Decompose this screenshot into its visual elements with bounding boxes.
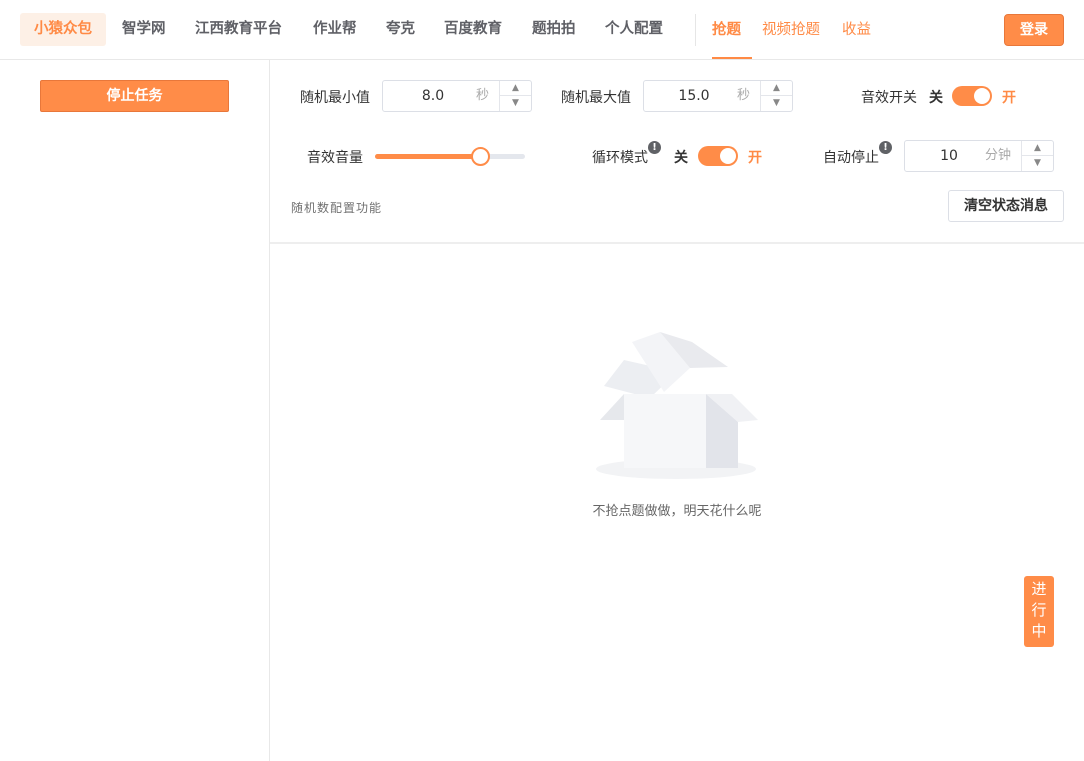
nav-item-kuake[interactable]: 夸克 bbox=[372, 13, 429, 46]
rand-max-spin: ▲ ▼ bbox=[760, 81, 792, 111]
nav-item-tipaipai[interactable]: 题拍拍 bbox=[518, 13, 590, 46]
sound-switch-on-label[interactable]: 开 bbox=[1002, 87, 1016, 107]
loop-mode-label: 循环模式 bbox=[592, 150, 648, 166]
active-tab-indicator bbox=[712, 57, 752, 59]
clear-status-button[interactable]: 清空状态消息 bbox=[948, 190, 1064, 222]
status-char-1: 进 bbox=[1031, 580, 1047, 598]
loop-mode-toggle[interactable] bbox=[698, 146, 738, 166]
tab-earnings[interactable]: 收益 bbox=[842, 18, 871, 39]
loop-mode-info-icon[interactable]: ! bbox=[648, 141, 661, 154]
auto-stop-spin: ▲ ▼ bbox=[1021, 141, 1053, 171]
auto-stop-label: 自动停止 bbox=[823, 150, 879, 166]
rand-max-decrement-icon[interactable]: ▼ bbox=[761, 96, 792, 111]
rand-min-decrement-icon[interactable]: ▼ bbox=[500, 96, 531, 111]
sound-switch-label: 音效开关 bbox=[861, 90, 917, 106]
rand-min-stepper[interactable]: 8.0 秒 ▲ ▼ bbox=[382, 80, 532, 112]
nav-item-personal-config[interactable]: 个人配置 bbox=[591, 13, 677, 46]
tab-qiangti[interactable]: 抢题 bbox=[712, 18, 741, 39]
sound-switch-toggle[interactable] bbox=[952, 86, 992, 106]
config-divider bbox=[270, 242, 1084, 244]
rand-max-stepper[interactable]: 15.0 秒 ▲ ▼ bbox=[643, 80, 793, 112]
auto-stop-stepper[interactable]: 10 分钟 ▲ ▼ bbox=[904, 140, 1054, 172]
volume-slider[interactable] bbox=[375, 147, 525, 166]
empty-box-icon bbox=[596, 332, 758, 479]
status-char-2: 行 bbox=[1031, 601, 1047, 619]
auto-stop-value[interactable]: 10 bbox=[905, 141, 993, 171]
auto-stop-increment-icon[interactable]: ▲ bbox=[1022, 141, 1053, 156]
sound-switch-off-label[interactable]: 关 bbox=[929, 87, 943, 107]
volume-label: 音效音量 bbox=[307, 150, 363, 166]
nav-item-zhixue[interactable]: 智学网 bbox=[108, 13, 180, 46]
rand-max-value[interactable]: 15.0 bbox=[644, 81, 744, 111]
tab-video-qiangti[interactable]: 视频抢题 bbox=[762, 18, 820, 39]
nav-item-jiangxi[interactable]: 江西教育平台 bbox=[181, 13, 296, 46]
status-char-3: 中 bbox=[1031, 622, 1047, 640]
rand-min-unit: 秒 bbox=[476, 88, 490, 103]
rand-max-increment-icon[interactable]: ▲ bbox=[761, 81, 792, 96]
nav-item-zuoyebang[interactable]: 作业帮 bbox=[299, 13, 371, 46]
auto-stop-unit: 分钟 bbox=[985, 148, 1012, 163]
loop-mode-on-label[interactable]: 开 bbox=[748, 147, 762, 167]
volume-slider-fill bbox=[375, 154, 480, 159]
auto-stop-info-icon[interactable]: ! bbox=[879, 141, 892, 154]
loop-mode-knob bbox=[720, 148, 736, 164]
rand-min-label: 随机最小值 bbox=[300, 90, 370, 106]
loop-mode-off-label[interactable]: 关 bbox=[674, 147, 688, 167]
auto-stop-decrement-icon[interactable]: ▼ bbox=[1022, 156, 1053, 171]
rand-min-value[interactable]: 8.0 bbox=[383, 81, 483, 111]
rand-min-increment-icon[interactable]: ▲ bbox=[500, 81, 531, 96]
nav-item-baidu[interactable]: 百度教育 bbox=[430, 13, 516, 46]
sidebar: 停止任务 bbox=[0, 60, 270, 761]
stop-task-button[interactable]: 停止任务 bbox=[40, 80, 229, 112]
nav-item-xiaoyuan[interactable]: 小猿众包 bbox=[20, 13, 106, 46]
empty-state-text: 不抢点题做做，明天花什么呢 bbox=[592, 504, 762, 519]
volume-slider-thumb[interactable] bbox=[471, 147, 490, 166]
nav-divider bbox=[695, 14, 696, 46]
config-hint-text: 随机数配置功能 bbox=[291, 201, 383, 215]
rand-min-spin: ▲ ▼ bbox=[499, 81, 531, 111]
rand-max-unit: 秒 bbox=[737, 88, 751, 103]
top-nav-bar: 小猿众包 智学网 江西教育平台 作业帮 夸克 百度教育 题拍拍 个人配置 抢题 … bbox=[0, 0, 1084, 60]
sound-switch-knob bbox=[974, 88, 990, 104]
status-running-badge[interactable]: 进 行 中 bbox=[1024, 576, 1054, 647]
login-button[interactable]: 登录 bbox=[1004, 14, 1064, 46]
rand-max-label: 随机最大值 bbox=[561, 90, 631, 106]
